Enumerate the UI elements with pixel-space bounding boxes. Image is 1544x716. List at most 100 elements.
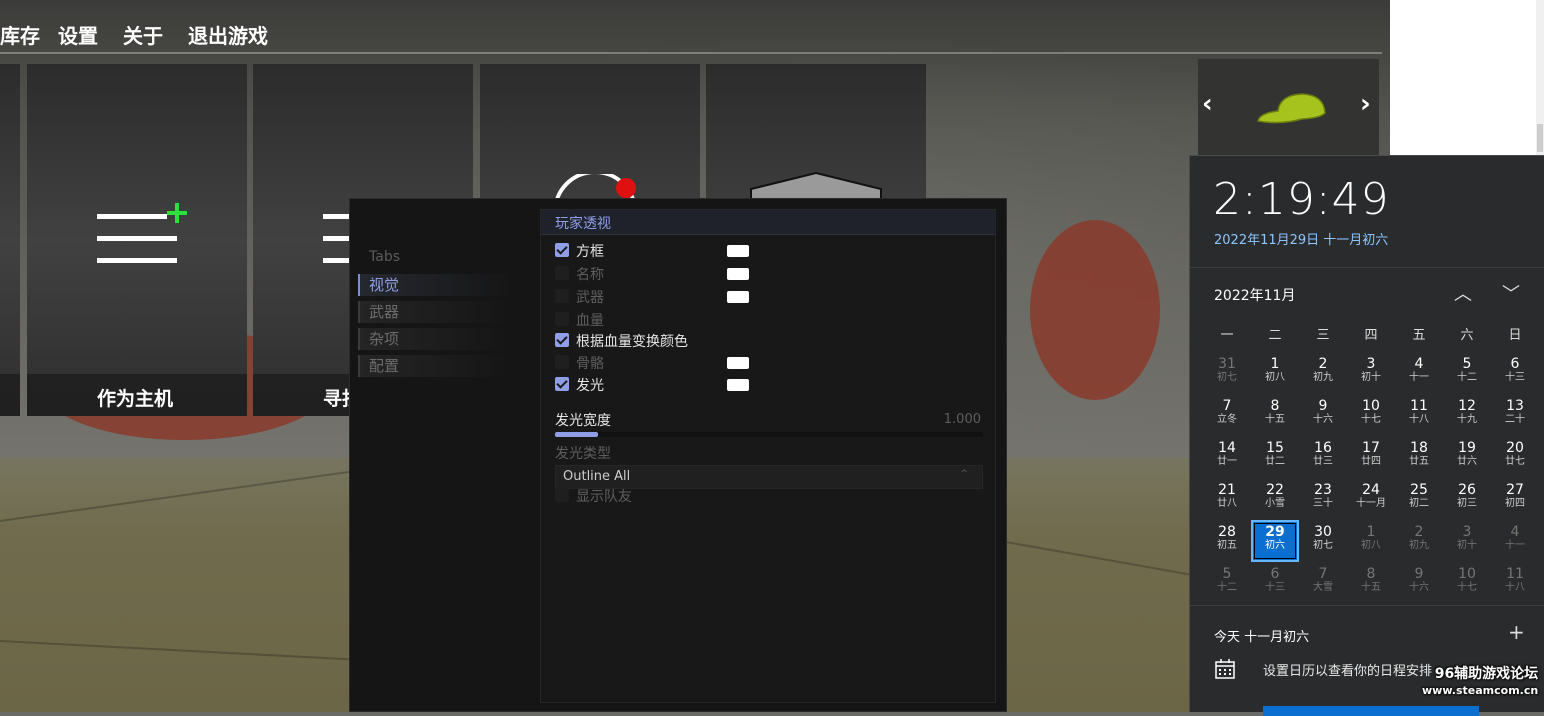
day-cell[interactable]: 10 十七 <box>1443 562 1491 604</box>
day-cell[interactable]: 26 初三 <box>1443 478 1491 520</box>
tab-weapons[interactable]: 武器 <box>358 301 509 323</box>
day-number: 28 <box>1218 524 1236 540</box>
checkbox[interactable] <box>555 488 569 502</box>
day-cell[interactable]: 30 初七 <box>1299 520 1347 562</box>
day-number: 19 <box>1458 440 1476 456</box>
day-cell[interactable]: 14 廿一 <box>1203 436 1251 478</box>
caret-icon: ^ <box>960 469 968 479</box>
day-number: 29 <box>1265 524 1285 540</box>
day-cell[interactable]: 18 廿五 <box>1395 436 1443 478</box>
day-cell[interactable]: 9 十六 <box>1299 394 1347 436</box>
day-cell[interactable]: 16 廿三 <box>1299 436 1347 478</box>
previous-month-icon[interactable]: ︿ <box>1454 280 1472 306</box>
day-cell[interactable]: 9 十六 <box>1395 562 1443 604</box>
next-arrow-icon[interactable]: › <box>1360 89 1371 119</box>
weekday-label: 一 <box>1220 328 1234 343</box>
checkbox[interactable] <box>555 377 569 391</box>
month-title[interactable]: 2022年11月 <box>1214 285 1295 305</box>
day-cell[interactable]: 17 廿四 <box>1347 436 1395 478</box>
tab-column: Tabs 视觉 武器 杂项 配置 <box>350 199 534 711</box>
weekday-label: 六 <box>1460 328 1474 343</box>
player-esp-panel: 玩家透视 方框 名称 武器 血量 根据血量变换颜色 骨骼 发光 发光宽度 1.0… <box>540 209 996 703</box>
scrollbar[interactable] <box>1536 0 1544 155</box>
day-number: 7 <box>1222 398 1232 414</box>
host-game-card[interactable]: 作为主机 <box>27 64 247 416</box>
day-number: 3 <box>1462 524 1472 540</box>
day-cell[interactable]: 8 十五 <box>1251 394 1299 436</box>
tab-config[interactable]: 配置 <box>358 355 509 377</box>
day-cell[interactable]: 25 初二 <box>1395 478 1443 520</box>
day-cell[interactable]: 20 廿七 <box>1491 436 1539 478</box>
scrollbar-thumb[interactable] <box>1537 124 1543 152</box>
day-number: 10 <box>1458 566 1476 582</box>
day-cell[interactable]: 6 十三 <box>1251 562 1299 604</box>
day-cell[interactable]: 2 初九 <box>1299 352 1347 394</box>
day-number: 13 <box>1506 398 1524 414</box>
day-cell[interactable]: 23 三十 <box>1299 478 1347 520</box>
weekday-label: 日 <box>1508 328 1522 343</box>
day-cell[interactable]: 3 初十 <box>1443 520 1491 562</box>
day-cell[interactable]: 4 十一 <box>1491 520 1539 562</box>
day-cell[interactable]: 4 十一 <box>1395 352 1443 394</box>
day-cell[interactable]: 19 廿六 <box>1443 436 1491 478</box>
day-cell[interactable]: 27 初四 <box>1491 478 1539 520</box>
add-event-icon[interactable]: + <box>1508 620 1525 644</box>
checkbox[interactable] <box>555 266 569 280</box>
day-cell[interactable]: 8 十五 <box>1347 562 1395 604</box>
checkbox[interactable] <box>555 355 569 369</box>
tab-visuals[interactable]: 视觉 <box>358 274 509 296</box>
day-cell[interactable]: 7 大雪 <box>1299 562 1347 604</box>
weapon-color-swatch[interactable] <box>727 291 749 303</box>
lunar-date: 十八 <box>1409 414 1429 425</box>
checkbox[interactable] <box>555 243 569 257</box>
day-cell[interactable]: 6 十三 <box>1491 352 1539 394</box>
menu-card-partial[interactable] <box>0 64 20 416</box>
day-cell[interactable]: 11 十八 <box>1491 562 1539 604</box>
divider <box>1190 605 1544 606</box>
nav-quit-game[interactable]: 退出游戏 <box>188 20 268 49</box>
day-cell[interactable]: 1 初八 <box>1347 520 1395 562</box>
day-cell[interactable]: 22 小雪 <box>1251 478 1299 520</box>
day-cell[interactable]: 10 十七 <box>1347 394 1395 436</box>
checkbox[interactable] <box>555 333 569 347</box>
glow-width-slider[interactable] <box>555 432 983 437</box>
day-cell[interactable]: 2 初九 <box>1395 520 1443 562</box>
day-number: 15 <box>1266 440 1284 456</box>
day-cell[interactable]: 12 十九 <box>1443 394 1491 436</box>
checkbox[interactable] <box>555 289 569 303</box>
glow-color-swatch[interactable] <box>727 379 749 391</box>
lunar-date: 十五 <box>1265 414 1285 425</box>
clock-date[interactable]: 2022年11月29日 十一月初六 <box>1214 229 1388 248</box>
lunar-date: 初十 <box>1361 372 1381 383</box>
day-cell[interactable]: 31 初七 <box>1203 352 1251 394</box>
panel-header: 玩家透视 <box>541 210 995 235</box>
day-cell[interactable]: 28 初五 <box>1203 520 1251 562</box>
day-number: 4 <box>1414 356 1424 372</box>
day-cell[interactable]: 7 立冬 <box>1203 394 1251 436</box>
day-cell[interactable]: 1 初八 <box>1251 352 1299 394</box>
day-cell[interactable]: 21 廿八 <box>1203 478 1251 520</box>
nav-settings[interactable]: 设置 <box>58 20 98 49</box>
day-cell[interactable]: 11 十八 <box>1395 394 1443 436</box>
box-color-swatch[interactable] <box>727 245 749 257</box>
day-cell[interactable]: 15 廿二 <box>1251 436 1299 478</box>
name-color-swatch[interactable] <box>727 268 749 280</box>
option-label: 方框 <box>576 244 604 260</box>
previous-arrow-icon[interactable]: ‹ <box>1202 89 1213 119</box>
day-number: 5 <box>1462 356 1472 372</box>
day-cell[interactable]: 5 十二 <box>1203 562 1251 604</box>
checkbox[interactable] <box>555 312 569 326</box>
skeleton-color-swatch[interactable] <box>727 357 749 369</box>
day-cell-today[interactable]: 29 初六 <box>1251 520 1299 562</box>
day-cell[interactable]: 3 初十 <box>1347 352 1395 394</box>
day-cell[interactable]: 5 十二 <box>1443 352 1491 394</box>
nav-inventory[interactable]: 库存 <box>0 20 40 49</box>
open-calendar-button[interactable] <box>1263 706 1479 716</box>
day-cell[interactable]: 24 十一月 <box>1347 478 1395 520</box>
next-month-icon[interactable]: ﹀ <box>1502 280 1520 306</box>
day-cell[interactable]: 13 二十 <box>1491 394 1539 436</box>
nav-about[interactable]: 关于 <box>123 20 163 49</box>
option-label: 血量 <box>576 313 604 329</box>
tab-misc[interactable]: 杂项 <box>358 328 509 350</box>
day-number: 20 <box>1506 440 1524 456</box>
